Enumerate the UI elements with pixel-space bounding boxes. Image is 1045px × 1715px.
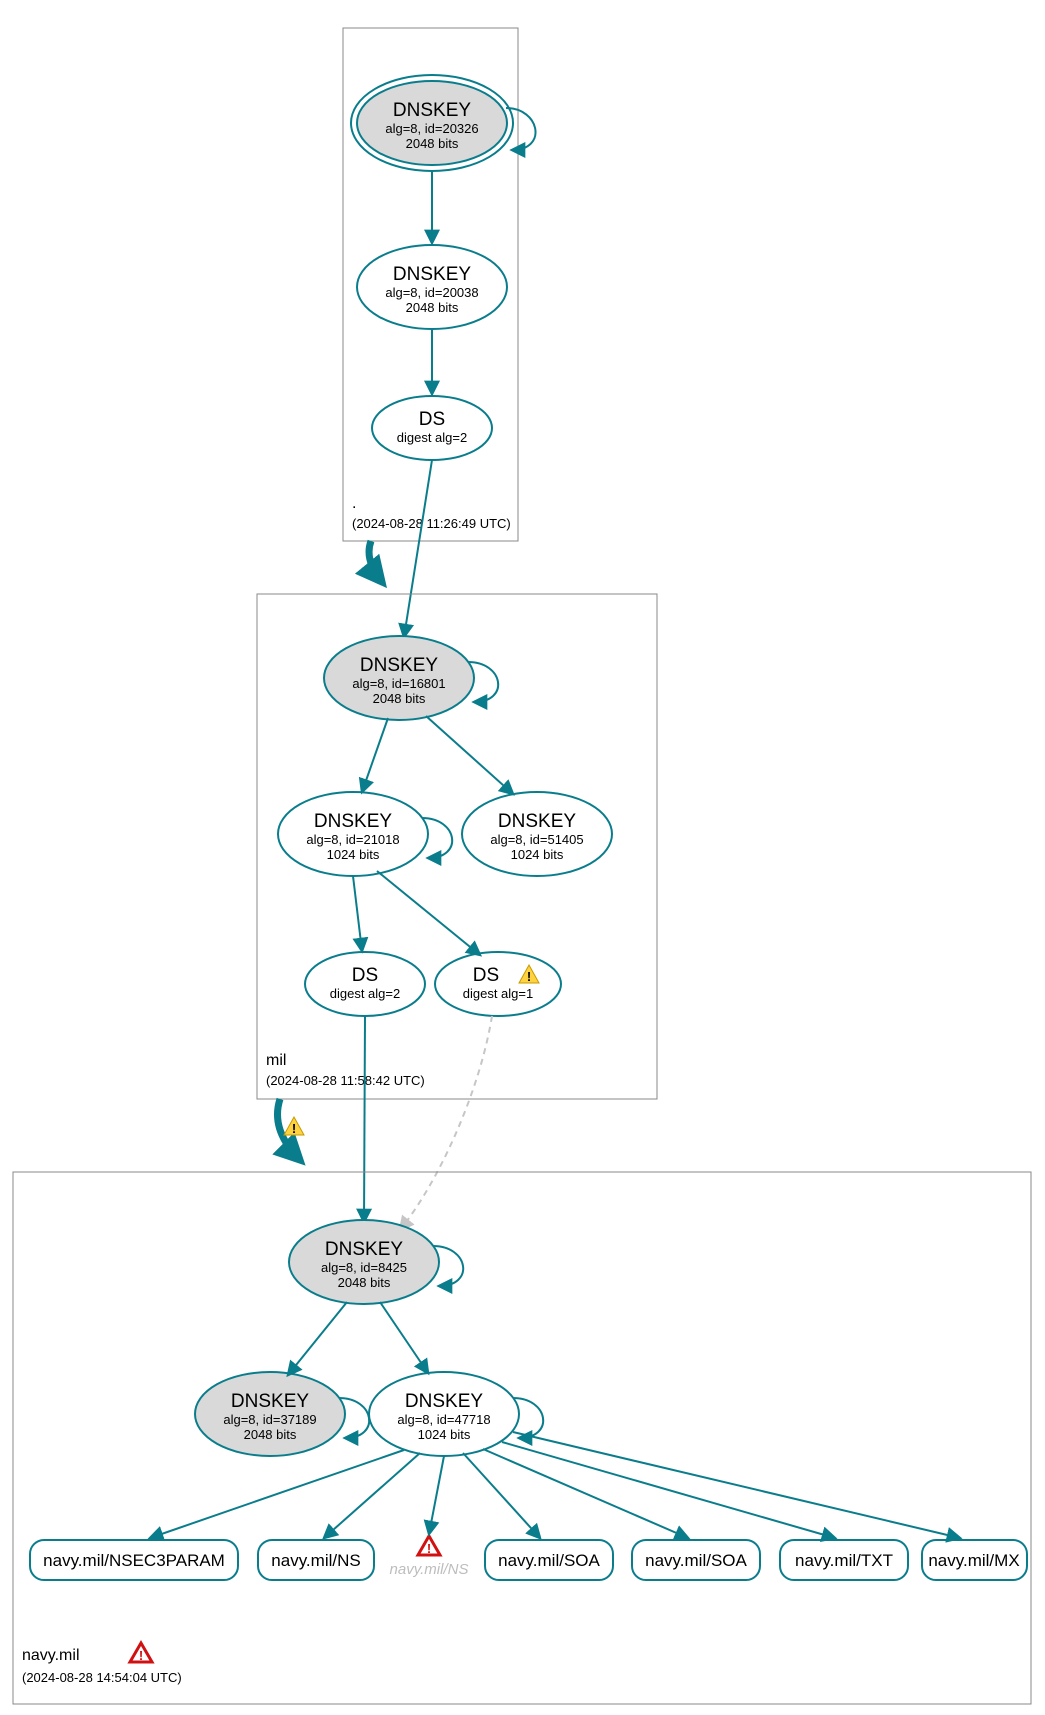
svg-text:!: ! <box>427 1541 431 1556</box>
edge-mildsB-navyksk <box>400 1016 492 1230</box>
mil-ksk-line2: alg=8, id=16801 <box>352 676 445 691</box>
node-mil-dsB: DS digest alg=1 ! <box>435 952 561 1016</box>
zone-navy-label: navy.mil <box>22 1647 80 1664</box>
svg-text:navy.mil/TXT: navy.mil/TXT <box>795 1551 893 1570</box>
node-root-ds: DS digest alg=2 <box>372 396 492 460</box>
root-ksk-line2: alg=8, id=20326 <box>385 121 478 136</box>
root-zsk-title: DNSKEY <box>393 264 471 285</box>
edge-milzskA-dsA <box>353 876 362 951</box>
error-icon: ! <box>130 1643 152 1663</box>
node-mil-zskA: DNSKEY alg=8, id=21018 1024 bits <box>278 792 452 876</box>
leaf-txt: navy.mil/TXT <box>780 1540 908 1580</box>
leaf-mx: navy.mil/MX <box>922 1540 1027 1580</box>
zone-mil: DNSKEY alg=8, id=16801 2048 bits DNSKEY … <box>257 594 657 1099</box>
edge-milksk-zskB <box>426 716 513 794</box>
root-ds-line2: digest alg=2 <box>397 430 467 445</box>
mil-ksk-line3: 2048 bits <box>373 691 426 706</box>
svg-text:navy.mil/MX: navy.mil/MX <box>928 1551 1019 1570</box>
mil-zskA-line3: 1024 bits <box>327 847 380 862</box>
edge-navyksk-zskB <box>380 1302 428 1373</box>
svg-text:navy.mil/NSEC3PARAM: navy.mil/NSEC3PARAM <box>43 1551 225 1570</box>
root-zsk-line2: alg=8, id=20038 <box>385 285 478 300</box>
navy-ksk-title: DNSKEY <box>325 1239 403 1260</box>
navy-zskA-title: DNSKEY <box>231 1391 309 1412</box>
edge-root-to-mil <box>369 541 382 582</box>
node-root-zsk: DNSKEY alg=8, id=20038 2048 bits <box>357 245 507 329</box>
leaf-soa1: navy.mil/SOA <box>485 1540 613 1580</box>
mil-dsB-title: DS <box>473 965 499 986</box>
svg-text:navy.mil/NS: navy.mil/NS <box>271 1551 360 1570</box>
edge-mildsA-navyksk <box>364 1016 365 1222</box>
edge-milksk-zskA <box>362 718 388 792</box>
edge-navyksk-zskA <box>288 1302 347 1375</box>
navy-ksk-line2: alg=8, id=8425 <box>321 1260 407 1275</box>
root-ksk-title: DNSKEY <box>393 100 471 121</box>
zone-mil-time: (2024-08-28 11:58:42 UTC) <box>266 1073 425 1088</box>
navy-ksk-line3: 2048 bits <box>338 1275 391 1290</box>
svg-text:!: ! <box>292 1121 296 1136</box>
svg-text:navy.mil/SOA: navy.mil/SOA <box>645 1551 747 1570</box>
zone-root-label: . <box>352 495 356 512</box>
dnssec-diagram: DNSKEY alg=8, id=20326 2048 bits DNSKEY … <box>0 0 1045 1715</box>
mil-zskA-title: DNSKEY <box>314 811 392 832</box>
zone-root: DNSKEY alg=8, id=20326 2048 bits DNSKEY … <box>343 28 536 541</box>
mil-dsA-title: DS <box>352 965 378 986</box>
root-ds-title: DS <box>419 409 445 430</box>
navy-zskB-line2: alg=8, id=47718 <box>397 1412 490 1427</box>
node-mil-dsA: DS digest alg=2 <box>305 952 425 1016</box>
mil-zskB-line3: 1024 bits <box>511 847 564 862</box>
zone-navy: DNSKEY alg=8, id=8425 2048 bits DNSKEY a… <box>13 1172 1031 1704</box>
root-zsk-line3: 2048 bits <box>406 300 459 315</box>
mil-zskA-line2: alg=8, id=21018 <box>306 832 399 847</box>
svg-text:!: ! <box>527 969 531 984</box>
navy-zskB-line3: 1024 bits <box>418 1427 471 1442</box>
navy-zskB-title: DNSKEY <box>405 1391 483 1412</box>
svg-text:navy.mil/NS: navy.mil/NS <box>390 1561 469 1578</box>
ghost-ns-error: ! navy.mil/NS <box>390 1536 469 1578</box>
leaf-ns: navy.mil/NS <box>258 1540 374 1580</box>
edge-milzskA-dsB <box>377 871 480 955</box>
node-root-ksk: DNSKEY alg=8, id=20326 2048 bits <box>351 75 536 171</box>
navy-zskA-line2: alg=8, id=37189 <box>223 1412 316 1427</box>
mil-ksk-title: DNSKEY <box>360 655 438 676</box>
zone-root-time: (2024-08-28 11:26:49 UTC) <box>352 516 511 531</box>
node-mil-ksk: DNSKEY alg=8, id=16801 2048 bits <box>324 636 498 720</box>
leaf-soa2: navy.mil/SOA <box>632 1540 760 1580</box>
node-navy-zskB: DNSKEY alg=8, id=47718 1024 bits <box>369 1372 543 1456</box>
node-navy-zskA: DNSKEY alg=8, id=37189 2048 bits <box>195 1372 369 1456</box>
error-icon: ! <box>418 1536 440 1556</box>
edge-root-ds-milksk <box>404 460 432 637</box>
navy-zskA-line3: 2048 bits <box>244 1427 297 1442</box>
zone-mil-label: mil <box>266 1052 286 1069</box>
mil-dsB-line2: digest alg=1 <box>463 986 533 1001</box>
svg-text:navy.mil/SOA: navy.mil/SOA <box>498 1551 600 1570</box>
mil-dsA-line2: digest alg=2 <box>330 986 400 1001</box>
mil-zskB-line2: alg=8, id=51405 <box>490 832 583 847</box>
zone-navy-time: (2024-08-28 14:54:04 UTC) <box>22 1670 182 1685</box>
node-mil-zskB: DNSKEY alg=8, id=51405 1024 bits <box>462 792 612 876</box>
svg-text:!: ! <box>139 1648 143 1663</box>
warning-icon: ! <box>284 1117 304 1136</box>
leaf-nsec3param: navy.mil/NSEC3PARAM <box>30 1540 238 1580</box>
mil-zskB-title: DNSKEY <box>498 811 576 832</box>
root-ksk-line3: 2048 bits <box>406 136 459 151</box>
node-navy-ksk: DNSKEY alg=8, id=8425 2048 bits <box>289 1220 463 1304</box>
